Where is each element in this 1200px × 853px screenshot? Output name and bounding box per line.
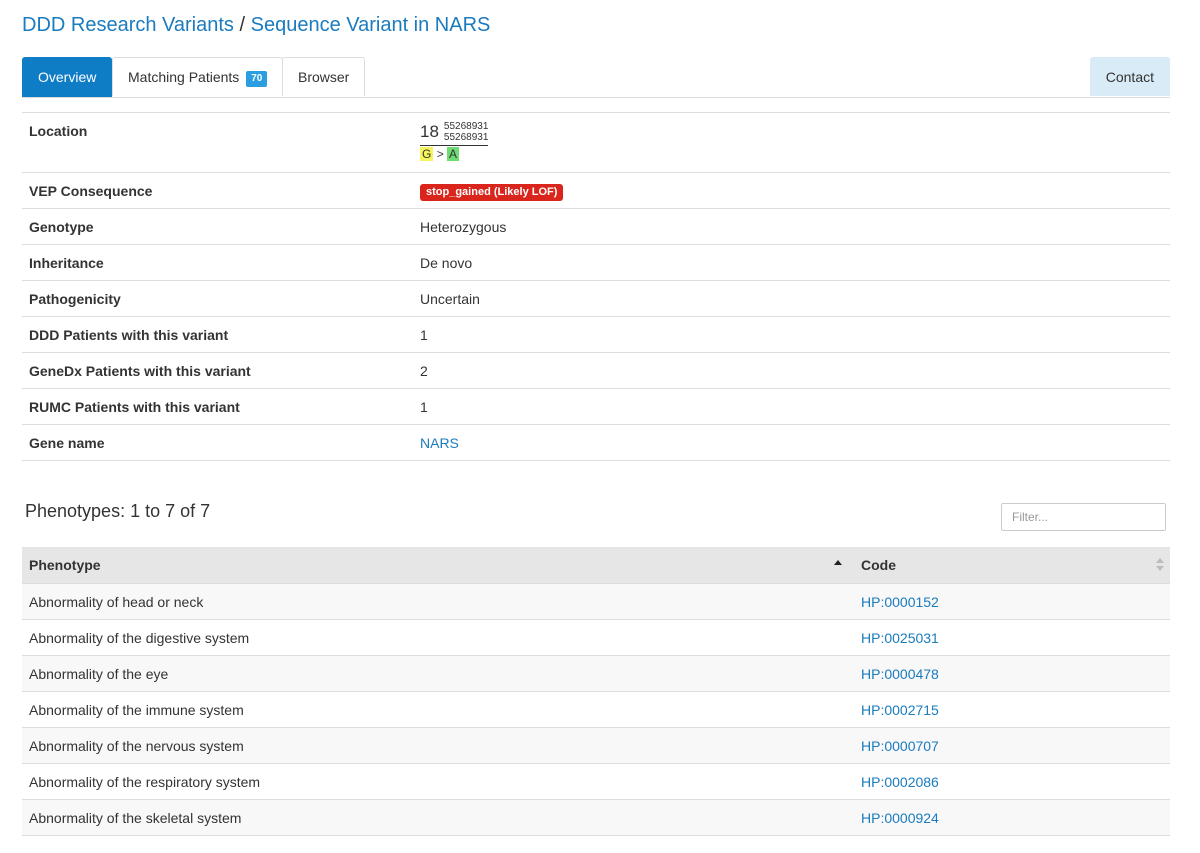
code-column-label: Code: [861, 557, 896, 573]
position-range: 55268931 55268931: [444, 121, 489, 143]
hpo-code-link[interactable]: HP:0000478: [861, 666, 939, 682]
rumc-patients-value: 1: [404, 388, 1170, 425]
table-row: Abnormality of the eye HP:0000478: [22, 655, 1170, 692]
genedx-patients-label: GeneDx Patients with this variant: [22, 352, 404, 389]
hpo-code-link[interactable]: HP:0002715: [861, 702, 939, 718]
code-cell: HP:0000924: [854, 799, 1170, 836]
hpo-code-link[interactable]: HP:0000152: [861, 594, 939, 610]
phenotypes-header-row: Phenotype Code: [22, 547, 1170, 584]
consequence-row: VEP Consequence stop_gained (Likely LOF): [22, 172, 1170, 209]
phenotype-cell: Abnormality of head or neck: [22, 583, 854, 620]
hpo-code-link[interactable]: HP:0000924: [861, 810, 939, 826]
sort-ascending-icon: [834, 560, 842, 565]
ref-allele: G: [420, 147, 434, 161]
tab-browser-label: Browser: [298, 69, 350, 85]
rumc-patients-label: RUMC Patients with this variant: [22, 388, 404, 425]
gene-name-value: NARS: [404, 424, 1170, 461]
hpo-code-link[interactable]: HP:0002086: [861, 774, 939, 790]
ddd-patients-value: 1: [404, 316, 1170, 353]
consequence-label: VEP Consequence: [22, 172, 404, 209]
genotype-label: Genotype: [22, 208, 404, 245]
gene-link[interactable]: NARS: [420, 435, 459, 451]
location-row: Location 18 55268931 55268931 G > A: [22, 112, 1170, 173]
title-separator: /: [233, 14, 251, 36]
code-cell: HP:0002715: [854, 691, 1170, 728]
genotype-value: Heterozygous: [404, 208, 1170, 245]
phenotype-column-header[interactable]: Phenotype: [22, 547, 854, 584]
variant-details-table: Location 18 55268931 55268931 G > A VEP Co…: [22, 112, 1170, 461]
consequence-badge: stop_gained (Likely LOF): [420, 184, 564, 201]
phenotype-cell: Abnormality of the nervous system: [22, 727, 854, 764]
alt-allele: A: [447, 147, 460, 161]
allele-arrow: >: [436, 147, 444, 161]
tab-bar: Overview Matching Patients 70 Browser Co…: [22, 57, 1170, 98]
table-row: Abnormality of the nervous system HP:0000…: [22, 727, 1170, 764]
phenotypes-heading: Phenotypes: 1 to 7 of 7: [25, 501, 211, 521]
phenotype-cell: Abnormality of the respiratory system: [22, 763, 854, 800]
pathogenicity-label: Pathogenicity: [22, 280, 404, 317]
tab-overview[interactable]: Overview: [22, 57, 113, 97]
position-start: 55268931: [443, 121, 489, 132]
tab-overview-label: Overview: [38, 69, 97, 85]
phenotype-cell: Abnormality of the skeletal system: [22, 799, 854, 836]
tab-matching-patients-label: Matching Patients: [128, 69, 240, 85]
tab-browser[interactable]: Browser: [282, 57, 366, 96]
phenotype-cell: Abnormality of the digestive system: [22, 619, 854, 656]
tab-contact[interactable]: Contact: [1089, 57, 1170, 96]
matching-patients-count-badge: 70: [246, 71, 268, 87]
ddd-patients-label: DDD Patients with this variant: [22, 316, 404, 353]
code-cell: HP:0000707: [854, 727, 1170, 764]
sort-both-icon: [1156, 558, 1164, 572]
variant-title: Sequence Variant in NARS: [250, 14, 491, 36]
ddd-research-variants-link[interactable]: DDD Research Variants: [22, 14, 234, 36]
tab-contact-label: Contact: [1105, 69, 1154, 85]
genotype-row: Genotype Heterozygous: [22, 208, 1170, 245]
rumc-patients-row: RUMC Patients with this variant 1: [22, 388, 1170, 425]
phenotype-cell: Abnormality of the eye: [22, 655, 854, 692]
inheritance-label: Inheritance: [22, 244, 404, 281]
phenotypes-table: Phenotype Code Abnormality of head or ne…: [22, 547, 1170, 836]
phenotype-cell: Abnormality of the immune system: [22, 691, 854, 728]
pathogenicity-row: Pathogenicity Uncertain: [22, 280, 1170, 317]
location-label: Location: [22, 112, 404, 173]
gene-name-row: Gene name NARS: [22, 424, 1170, 461]
table-row: Abnormality of the immune system HP:00027…: [22, 691, 1170, 728]
phenotypes-table-body: Abnormality of head or neck HP:0000152 Abn…: [22, 583, 1170, 836]
page-title: DDD Research Variants / Sequence Variant…: [22, 14, 490, 37]
table-row: Abnormality of the digestive system HP:00…: [22, 619, 1170, 656]
gene-name-label: Gene name: [22, 424, 404, 461]
consequence-value: stop_gained (Likely LOF): [404, 172, 1170, 209]
chromosome: 18: [420, 122, 439, 141]
ddd-patients-row: DDD Patients with this variant 1: [22, 316, 1170, 353]
code-cell: HP:0000152: [854, 583, 1170, 620]
code-column-header[interactable]: Code: [854, 547, 1170, 584]
genedx-patients-row: GeneDx Patients with this variant 2: [22, 352, 1170, 389]
table-row: Abnormality of the respiratory system HP:…: [22, 763, 1170, 800]
hpo-code-link[interactable]: HP:0000707: [861, 738, 939, 754]
inheritance-row: Inheritance De novo: [22, 244, 1170, 281]
hpo-code-link[interactable]: HP:0025031: [861, 630, 939, 646]
table-row: Abnormality of the skeletal system HP:000…: [22, 799, 1170, 836]
genedx-patients-value: 2: [404, 352, 1170, 389]
allele-change: G > A: [420, 145, 489, 161]
pathogenicity-value: Uncertain: [404, 280, 1170, 317]
inheritance-value: De novo: [404, 244, 1170, 281]
tab-matching-patients[interactable]: Matching Patients 70: [112, 57, 284, 96]
position-end: 55268931: [443, 132, 489, 143]
table-row: Abnormality of head or neck HP:0000152: [22, 583, 1170, 620]
phenotype-filter-input[interactable]: [1001, 503, 1166, 531]
phenotype-column-label: Phenotype: [29, 557, 101, 573]
location-widget: 18 55268931 55268931 G > A: [420, 121, 489, 161]
code-cell: HP:0002086: [854, 763, 1170, 800]
code-cell: HP:0000478: [854, 655, 1170, 692]
code-cell: HP:0025031: [854, 619, 1170, 656]
location-value: 18 55268931 55268931 G > A: [404, 112, 1170, 173]
